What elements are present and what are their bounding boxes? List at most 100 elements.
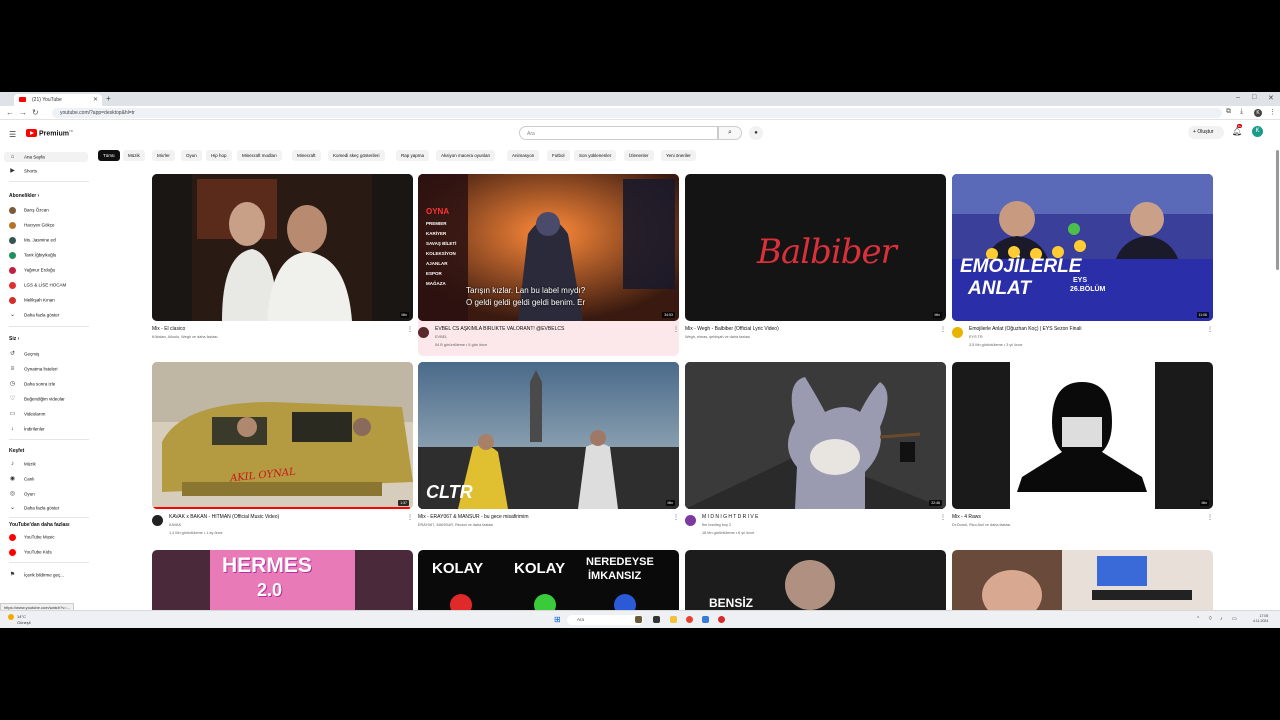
- extensions-icon[interactable]: ⧉: [1226, 108, 1231, 116]
- sidebar-item-playlists[interactable]: ≡ Oynatma listeleri: [9, 366, 58, 376]
- search-input[interactable]: Ara: [519, 126, 718, 140]
- video-card[interactable]: KOLAY KOLAY NEREDEYSE İMKANSIZ: [418, 550, 679, 628]
- page-scrollbar[interactable]: [1276, 150, 1279, 270]
- sidebar-subscription[interactable]: Melikşah Kınan: [9, 297, 55, 307]
- sidebar-subscription[interactable]: Tarık İğbiyikoğlu: [9, 252, 56, 262]
- video-title[interactable]: KAVAK x BAKAN - HITMAN (Official Music V…: [169, 514, 404, 520]
- sidebar-item-your-videos[interactable]: ▭ Videolarım: [9, 411, 46, 421]
- search-button[interactable]: ⌕: [718, 126, 742, 140]
- video-thumbnail[interactable]: AKIL OYNAL 1:37: [152, 362, 413, 509]
- channel-avatar[interactable]: [952, 327, 963, 338]
- video-card[interactable]: OYNA PREMIER KARİYER SAVAŞ BİLETİ KOLEKS…: [418, 174, 679, 356]
- battery-icon[interactable]: ▭: [1232, 616, 1237, 622]
- video-thumbnail[interactable]: Balbiber Mix: [685, 174, 946, 321]
- reload-icon[interactable]: ↻: [32, 108, 39, 117]
- voice-search-button[interactable]: ●: [749, 126, 763, 140]
- video-channel[interactable]: EYS TR: [969, 335, 1204, 339]
- video-channel[interactable]: EVBEL: [435, 335, 670, 339]
- sidebar-item-live[interactable]: ◉ Canlı: [9, 476, 35, 486]
- sidebar-item-youtube-music[interactable]: YouTube Music: [9, 534, 55, 544]
- more-actions-icon[interactable]: ⋮: [940, 514, 946, 521]
- video-channel[interactable]: the bootleg boy 2: [702, 523, 937, 527]
- chip-recently-uploaded[interactable]: Son yüklenenler: [574, 150, 617, 161]
- sidebar-item-liked[interactable]: ♡ Beğendiğim videolar: [9, 396, 65, 406]
- forward-icon[interactable]: →: [19, 108, 27, 117]
- windows-start-icon[interactable]: ⊞: [554, 615, 561, 624]
- sidebar-show-more[interactable]: ⌄ Daha fazla göster: [9, 505, 59, 515]
- chip-mixes[interactable]: Mix'ler: [152, 150, 175, 161]
- video-title[interactable]: Mix - ERAY067 & MANSUR - bu gece misafir…: [418, 514, 668, 520]
- download-icon[interactable]: ⤓: [1240, 108, 1243, 116]
- profile-avatar[interactable]: K: [1254, 109, 1262, 117]
- task-view-icon[interactable]: [653, 616, 660, 623]
- subscriptions-heading[interactable]: Abonelikler ›: [9, 193, 39, 199]
- chip-watched[interactable]: İzlenenler: [624, 150, 654, 161]
- more-actions-icon[interactable]: ⋮: [940, 326, 946, 333]
- video-thumbnail[interactable]: OYNA PREMIER KARİYER SAVAŞ BİLETİ KOLEKS…: [418, 174, 679, 321]
- video-channel[interactable]: Dr.Doruk, Rico Asıl ve daha fazlası: [952, 523, 1202, 527]
- video-card[interactable]: CLTR Mix Mix - ERAY067 & MANSUR - bu gec…: [418, 362, 679, 542]
- maximize-icon[interactable]: □: [1252, 94, 1256, 101]
- widgets-icon[interactable]: [635, 616, 642, 623]
- sidebar-item-music[interactable]: ♪ Müzik: [9, 461, 36, 471]
- youtube-logo-text[interactable]: PremiumTR: [39, 129, 73, 137]
- you-heading[interactable]: Siz ›: [9, 336, 19, 342]
- more-actions-icon[interactable]: ⋮: [1207, 326, 1213, 333]
- network-icon[interactable]: ⌔: [1208, 616, 1213, 622]
- video-card[interactable]: Balbiber Mix Mix - Wegh - Balbiber (Offi…: [685, 174, 946, 354]
- video-channel[interactable]: KAVAK: [169, 523, 404, 527]
- sidebar-subscription[interactable]: Hacıyev Gökçe: [9, 222, 55, 232]
- more-actions-icon[interactable]: ⋮: [673, 326, 679, 333]
- chip-action-adventure[interactable]: Aksiyon macera oyunları: [436, 150, 496, 161]
- sidebar-subscription[interactable]: Barış Özcan: [9, 207, 49, 217]
- chip-rap[interactable]: Rap yapma: [396, 150, 430, 161]
- video-channel[interactable]: ERAY067, MANSUR, Reckol ve daha fazlası: [418, 523, 668, 527]
- video-card[interactable]: 22:46 M I D N I G H T D R I V E the boot…: [685, 362, 946, 542]
- more-actions-icon[interactable]: ⋮: [1207, 514, 1213, 521]
- chip-all[interactable]: Tümü: [98, 150, 120, 161]
- weather-widget[interactable]: 14°C Güneşli: [8, 614, 31, 625]
- video-card[interactable]: BENSİZ: [685, 550, 946, 628]
- system-clock[interactable]: 17:05 4.11.2024: [1253, 614, 1268, 624]
- video-card[interactable]: AKIL OYNAL 1:37 KAVAK x BAKAN - HITMAN (…: [152, 362, 413, 542]
- url-bar[interactable]: youtube.com/?app=desktop&hl=tr: [52, 108, 1222, 118]
- video-channel[interactable]: Kökalan, Alioolo, Wegh ve daha fazlası: [152, 335, 402, 339]
- video-thumbnail[interactable]: CLTR Mix: [418, 362, 679, 509]
- file-explorer-icon[interactable]: [670, 616, 677, 623]
- video-title[interactable]: M I D N I G H T D R I V E: [702, 514, 937, 520]
- minimize-icon[interactable]: –: [1236, 94, 1240, 101]
- sidebar-item-youtube-kids[interactable]: YouTube Kids: [9, 549, 52, 559]
- sidebar-subscription[interactable]: Yağmur Erdoğu: [9, 267, 55, 277]
- video-card[interactable]: EMOJİLERLE ANLAT EYS 26.BÖLÜM 11:06 Emoj…: [952, 174, 1213, 354]
- sidebar-item-home[interactable]: ⌂ Ana Sayfa: [4, 152, 88, 162]
- video-thumbnail[interactable]: Mix: [152, 174, 413, 321]
- video-thumbnail[interactable]: 22:46: [685, 362, 946, 509]
- chip-football[interactable]: Futbol: [547, 150, 570, 161]
- browser-menu-icon[interactable]: ⋮: [1269, 108, 1276, 116]
- video-thumbnail[interactable]: EMOJİLERLE ANLAT EYS 26.BÖLÜM 11:06: [952, 174, 1213, 321]
- chip-minecraft-mods[interactable]: Minecraft modları: [237, 150, 282, 161]
- notifications-icon[interactable]: 🔔︎: [1232, 127, 1242, 136]
- video-card[interactable]: Mix Mix - 4 Raws Dr.Doruk, Rico Asıl ve …: [952, 362, 1213, 542]
- sidebar-item-shorts[interactable]: ▶ Shorts: [9, 168, 37, 178]
- more-actions-icon[interactable]: ⋮: [407, 326, 413, 333]
- sidebar-item-gaming[interactable]: ◎ Oyun: [9, 491, 35, 501]
- close-tab-icon[interactable]: ✕: [93, 96, 98, 103]
- video-channel[interactable]: Wegh, elmas, şehirşah ve daha fazlası: [685, 335, 935, 339]
- video-title[interactable]: Mix - 4 Raws: [952, 514, 1202, 520]
- video-title[interactable]: Emojilerle Anlat (Oğuzhan Koç) | EYS Sez…: [969, 326, 1204, 332]
- chevron-up-icon[interactable]: ⌃: [1196, 616, 1200, 622]
- channel-avatar[interactable]: [685, 515, 696, 526]
- sidebar-item-report[interactable]: ⚑ İçerik bildirme geç...: [9, 572, 64, 582]
- create-button[interactable]: + Oluştur: [1188, 126, 1224, 139]
- sidebar-subscription[interactable]: LGS & LİSE HOCAM: [9, 282, 66, 292]
- sidebar-subscription[interactable]: Ms. Jasmine ecl: [9, 237, 56, 247]
- sidebar-item-history[interactable]: ↺ Geçmiş: [9, 351, 39, 361]
- chip-comedy-sketches[interactable]: Komedi skeç gösterileri: [328, 150, 385, 161]
- menu-icon[interactable]: ☰: [9, 130, 16, 139]
- close-window-icon[interactable]: ✕: [1268, 94, 1274, 102]
- youtube-logo-icon[interactable]: [26, 129, 37, 137]
- back-icon[interactable]: ←: [6, 108, 14, 117]
- chip-hiphop[interactable]: Hip hop: [206, 150, 232, 161]
- sidebar-show-more[interactable]: ⌄ Daha fazla göster: [9, 312, 59, 322]
